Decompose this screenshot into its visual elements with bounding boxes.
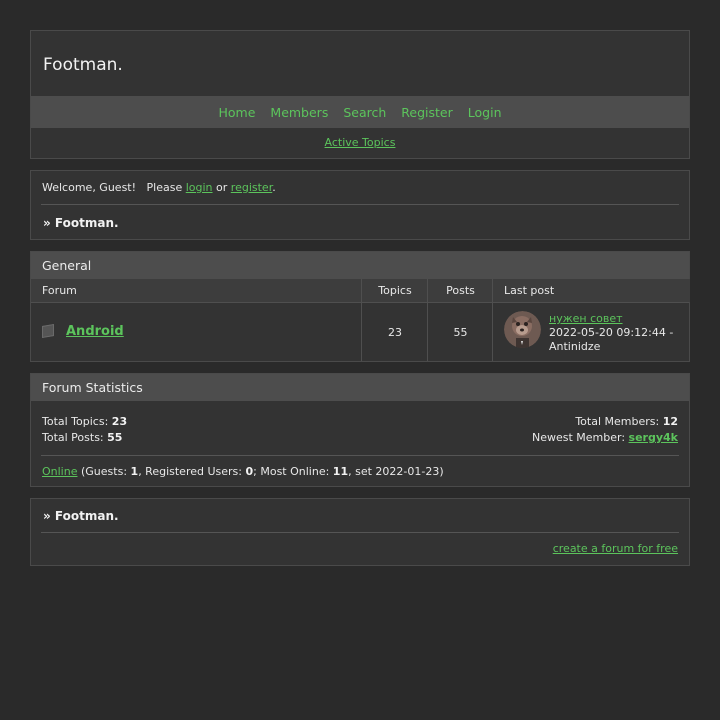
statistics-title: Forum Statistics [31, 374, 689, 401]
nav-home-link[interactable]: Home [218, 105, 255, 120]
stats-left: Total Topics: 23 Total Posts: 55 [42, 414, 127, 446]
category-title: General [31, 252, 689, 279]
online-link[interactable]: Online [42, 465, 77, 478]
footer-breadcrumb: » Footman. [43, 509, 119, 523]
create-forum-link[interactable]: create a forum for free [553, 542, 678, 555]
main-navbar: Home Members Search Register Login [31, 96, 689, 128]
stats-right: Total Members: 12 Newest Member: sergy4k [532, 414, 678, 446]
forum-statistics: Forum Statistics Total Topics: 23 Total … [30, 373, 690, 487]
site-header: Footman. Home Members Search Register Lo… [30, 30, 690, 159]
column-header-posts: Posts [428, 279, 493, 302]
last-post-date: 2022-05-20 09:12:44 - [549, 326, 674, 339]
most-online-value: 11 [332, 465, 349, 478]
registered-label: , Registered Users: [138, 465, 242, 478]
active-topics-link[interactable]: Active Topics [325, 136, 396, 149]
newest-member-label: Newest Member: [531, 431, 626, 444]
guests-label: (Guests: [80, 465, 128, 478]
total-posts-label: Total Posts: [42, 431, 104, 444]
last-post-info: нужен совет 2022-05-20 09:12:44 - Antini… [549, 312, 673, 354]
registered-value: 0 [245, 465, 254, 478]
total-topics-value: 23 [111, 415, 128, 428]
total-members-value: 12 [662, 415, 678, 428]
welcome-login-link[interactable]: login [186, 181, 213, 194]
nav-register-link[interactable]: Register [401, 105, 452, 120]
last-post-author: Antinidze [549, 340, 601, 353]
divider [41, 204, 679, 205]
last-post-link[interactable]: нужен совет [549, 312, 623, 325]
forum-posts-count: 55 [453, 326, 468, 339]
breadcrumb: » Footman. [43, 216, 119, 230]
divider [41, 455, 679, 456]
welcome-register-link[interactable]: register [231, 181, 272, 194]
welcome-greeting: Welcome, Guest! [42, 181, 137, 194]
total-topics-label: Total Topics: [42, 415, 109, 428]
forum-topics-count: 23 [388, 326, 402, 339]
column-header-topics: Topics [362, 279, 428, 302]
total-members-label: Total Members: [575, 415, 660, 428]
divider [41, 532, 679, 533]
welcome-message: Welcome, Guest! Please login or register… [42, 181, 276, 194]
welcome-please: Please [146, 181, 183, 194]
forum-link-android[interactable]: Android [66, 324, 124, 339]
avatar[interactable] [504, 311, 541, 348]
site-title: Footman. [43, 55, 123, 75]
footer-panel: » Footman. create a forum for free [30, 498, 690, 566]
newest-member-link[interactable]: sergy4k [629, 431, 678, 444]
online-info: Online (Guests: 1, Registered Users: 0; … [42, 465, 444, 478]
most-online-label: ; Most Online: [253, 465, 330, 478]
forum-category: General Forum Topics Posts Last post And… [30, 251, 690, 362]
column-divider [427, 279, 428, 361]
forum-status-icon [42, 323, 54, 339]
column-divider [361, 279, 362, 361]
column-header-forum: Forum [31, 279, 362, 302]
welcome-period: . [272, 181, 276, 194]
welcome-panel: Welcome, Guest! Please login or register… [30, 170, 690, 240]
nav-login-link[interactable]: Login [468, 105, 502, 120]
column-header-last-post: Last post [493, 279, 690, 302]
nav-search-link[interactable]: Search [343, 105, 386, 120]
nav-members-link[interactable]: Members [270, 105, 328, 120]
row-divider [31, 302, 689, 303]
sub-navbar: Active Topics [31, 136, 689, 149]
most-online-date: , set 2022-01-23) [348, 465, 444, 478]
total-posts-value: 55 [107, 431, 123, 444]
column-divider [492, 279, 493, 361]
welcome-or: or [216, 181, 228, 194]
